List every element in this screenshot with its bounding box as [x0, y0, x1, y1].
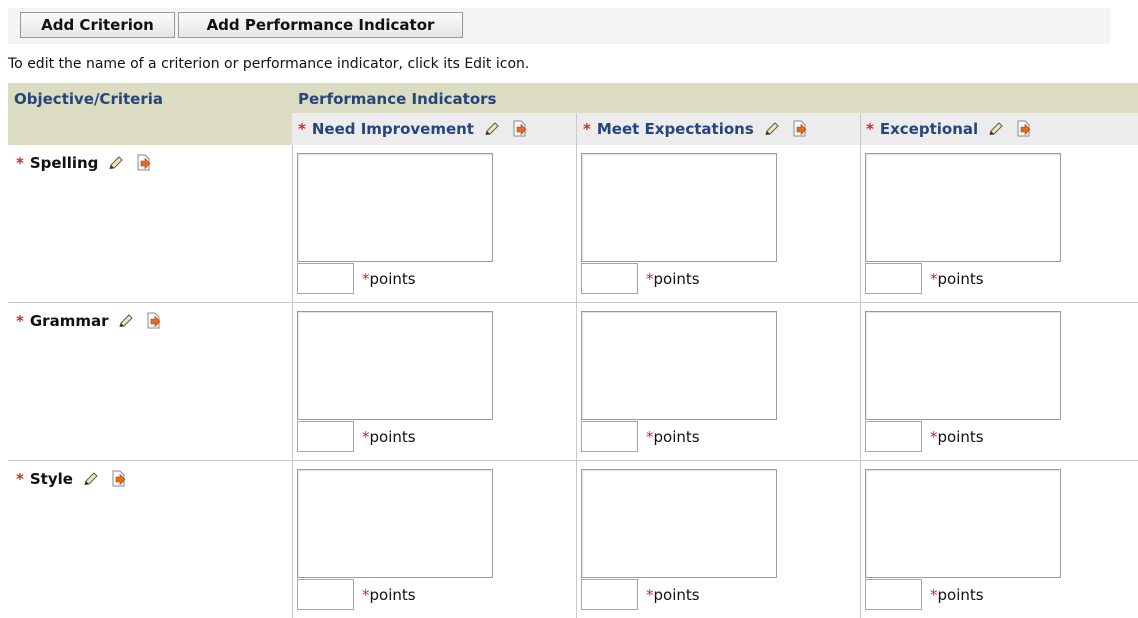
points-input[interactable] — [581, 579, 638, 610]
row-divider — [8, 460, 1138, 461]
indicator-description-textarea[interactable] — [297, 311, 493, 420]
points-label: *points — [930, 270, 984, 288]
required-marker: * — [583, 120, 591, 138]
column-divider — [576, 113, 577, 618]
pencil-icon[interactable] — [106, 153, 126, 173]
points-label: *points — [646, 270, 700, 288]
indicator-header-need-improvement: * Need Improvement — [292, 113, 576, 145]
required-marker: * — [930, 428, 938, 446]
indicator-description-textarea[interactable] — [581, 469, 777, 578]
required-marker: * — [16, 312, 24, 330]
indicator-label: Meet Expectations — [596, 120, 754, 138]
points-input[interactable] — [297, 263, 354, 294]
required-marker: * — [646, 270, 654, 288]
performance-header: Performance Indicators — [292, 83, 1138, 113]
points-label: *points — [362, 270, 416, 288]
points-text: points — [653, 428, 700, 446]
points-text: points — [369, 270, 416, 288]
points-input[interactable] — [865, 579, 922, 610]
toolbar: Add Criterion Add Performance Indicator — [8, 8, 1110, 44]
pencil-icon[interactable] — [762, 119, 782, 139]
points-input[interactable] — [581, 263, 638, 294]
pencil-icon[interactable] — [986, 119, 1006, 139]
objective-header: Objective/Criteria — [8, 83, 292, 145]
move-icon[interactable] — [109, 469, 129, 489]
required-marker: * — [16, 470, 24, 488]
pencil-icon[interactable] — [482, 119, 502, 139]
points-label: *points — [646, 586, 700, 604]
indicator-header-meet-expectations: * Meet Expectations — [577, 113, 860, 145]
criterion-label: Spelling — [29, 154, 99, 172]
required-marker: * — [866, 120, 874, 138]
pencil-icon[interactable] — [81, 469, 101, 489]
indicator-description-textarea[interactable] — [581, 153, 777, 262]
indicator-description-textarea[interactable] — [865, 153, 1061, 262]
required-marker: * — [16, 154, 24, 172]
pencil-icon[interactable] — [116, 311, 136, 331]
criterion-grammar: * Grammar — [16, 311, 164, 331]
indicator-description-textarea[interactable] — [297, 153, 493, 262]
row-divider — [8, 302, 1138, 303]
move-icon[interactable] — [134, 153, 154, 173]
points-label: *points — [646, 428, 700, 446]
indicator-label: Need Improvement — [311, 120, 474, 138]
points-label: *points — [930, 428, 984, 446]
edit-hint-text: To edit the name of a criterion or perfo… — [8, 56, 530, 72]
points-text: points — [937, 270, 984, 288]
points-label: *points — [362, 586, 416, 604]
points-text: points — [653, 586, 700, 604]
criterion-spelling: * Spelling — [16, 153, 154, 173]
criterion-label: Grammar — [29, 312, 109, 330]
column-divider — [860, 113, 861, 618]
column-divider — [292, 145, 293, 618]
required-marker: * — [930, 586, 938, 604]
points-input[interactable] — [865, 263, 922, 294]
indicator-description-textarea[interactable] — [865, 469, 1061, 578]
required-marker: * — [646, 428, 654, 446]
add-criterion-button[interactable]: Add Criterion — [20, 12, 175, 38]
required-marker: * — [362, 428, 370, 446]
points-label: *points — [362, 428, 416, 446]
required-marker: * — [930, 270, 938, 288]
indicator-label: Exceptional — [879, 120, 979, 138]
performance-header-label: Performance Indicators — [298, 90, 497, 108]
move-icon[interactable] — [510, 119, 530, 139]
indicator-description-textarea[interactable] — [297, 469, 493, 578]
points-text: points — [653, 270, 700, 288]
points-input[interactable] — [581, 421, 638, 452]
points-text: points — [937, 428, 984, 446]
points-text: points — [369, 428, 416, 446]
add-performance-indicator-button[interactable]: Add Performance Indicator — [178, 12, 463, 38]
points-input[interactable] — [297, 421, 354, 452]
move-icon[interactable] — [790, 119, 810, 139]
indicator-description-textarea[interactable] — [581, 311, 777, 420]
points-text: points — [937, 586, 984, 604]
move-icon[interactable] — [1014, 119, 1034, 139]
indicator-header-exceptional: * Exceptional — [860, 113, 1138, 145]
criterion-style: * Style — [16, 469, 129, 489]
points-input[interactable] — [297, 579, 354, 610]
required-marker: * — [298, 120, 306, 138]
required-marker: * — [362, 270, 370, 288]
objective-header-label: Objective/Criteria — [14, 90, 163, 108]
indicator-description-textarea[interactable] — [865, 311, 1061, 420]
required-marker: * — [646, 586, 654, 604]
points-input[interactable] — [865, 421, 922, 452]
points-label: *points — [930, 586, 984, 604]
required-marker: * — [362, 586, 370, 604]
points-text: points — [369, 586, 416, 604]
criterion-label: Style — [29, 470, 73, 488]
move-icon[interactable] — [144, 311, 164, 331]
